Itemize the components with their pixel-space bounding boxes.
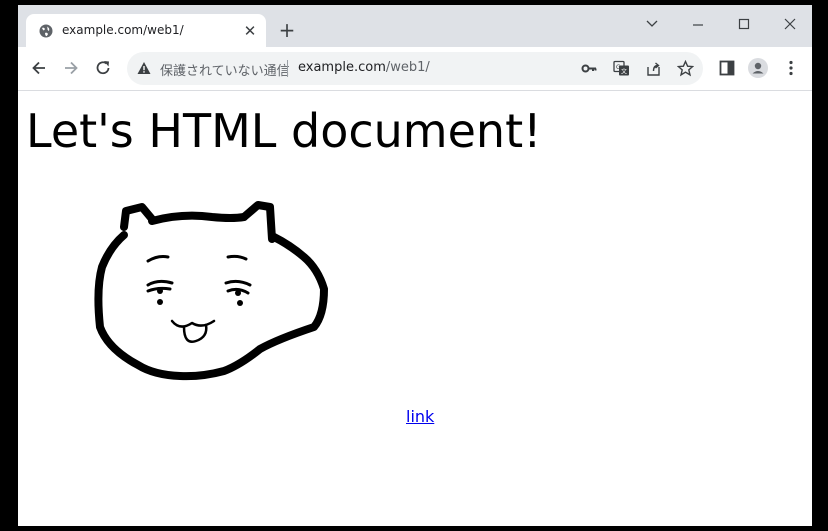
side-panel-icon[interactable]	[717, 58, 737, 78]
reload-icon[interactable]	[93, 58, 113, 78]
svg-text:文: 文	[621, 68, 627, 76]
close-icon[interactable]	[778, 11, 802, 35]
url-path: /web1/	[385, 60, 430, 75]
profile-icon[interactable]	[748, 58, 768, 78]
translate-icon[interactable]: G 文	[613, 60, 630, 77]
browser-toolbar: 保護されていない通信 example.com/web1/ G 文	[18, 47, 812, 91]
browser-window: example.com/web1/ ✕ + 保護されていない通信 example…	[18, 5, 812, 526]
tab-title: example.com/web1/	[62, 23, 184, 37]
key-icon[interactable]	[581, 60, 598, 77]
back-arrow-icon[interactable]	[29, 58, 49, 78]
maximize-icon[interactable]	[732, 11, 756, 35]
warning-icon[interactable]	[137, 61, 151, 75]
tab-strip: example.com/web1/ ✕ +	[18, 5, 812, 47]
cat-drawing	[94, 201, 328, 381]
url-text[interactable]: example.com/web1/	[298, 60, 430, 75]
globe-icon	[39, 24, 53, 38]
page-link[interactable]: link	[406, 407, 434, 426]
page-content: Let's HTML document! link	[18, 91, 812, 526]
page-heading: Let's HTML document!	[26, 104, 542, 158]
close-icon[interactable]: ✕	[242, 23, 258, 39]
address-bar[interactable]: 保護されていない通信 example.com/web1/ G 文	[127, 52, 703, 85]
security-status[interactable]: 保護されていない通信	[160, 60, 290, 79]
forward-arrow-icon[interactable]	[61, 58, 81, 78]
url-host: example.com	[298, 60, 386, 75]
menu-icon[interactable]	[781, 58, 801, 78]
plus-icon[interactable]: +	[278, 20, 296, 40]
divider	[287, 60, 288, 77]
minimize-icon[interactable]	[686, 11, 710, 35]
chevron-down-icon[interactable]	[640, 11, 664, 35]
star-icon[interactable]	[677, 60, 694, 77]
screen-frame: example.com/web1/ ✕ + 保護されていない通信 example…	[0, 0, 828, 531]
tab-active[interactable]: example.com/web1/ ✕	[26, 14, 266, 47]
share-icon[interactable]	[645, 60, 662, 77]
